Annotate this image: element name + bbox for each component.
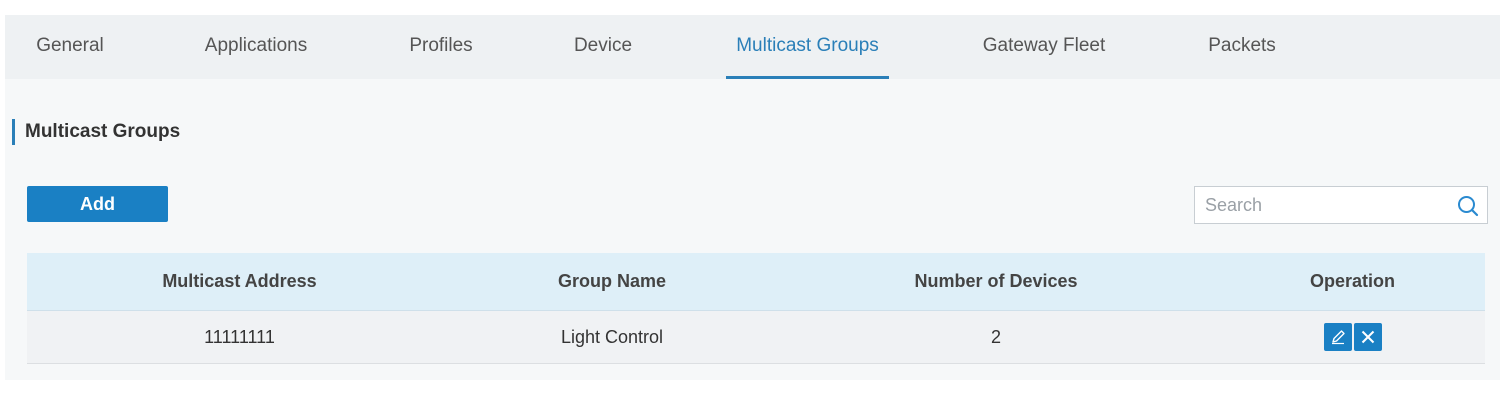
cell-multicast-address: 11111111 (27, 310, 452, 364)
tab-general[interactable]: General (33, 15, 107, 79)
search-box (1194, 186, 1488, 224)
table-row: 11111111 Light Control 2 (27, 310, 1485, 364)
tab-applications[interactable]: Applications (201, 15, 311, 79)
delete-button[interactable] (1353, 323, 1382, 351)
main-panel: General Applications Profiles Device Mul… (5, 15, 1500, 380)
column-header-operation: Operation (1220, 253, 1485, 311)
column-header-group-name: Group Name (452, 253, 772, 311)
table-header-row: Multicast Address Group Name Number of D… (27, 253, 1485, 311)
close-icon (1361, 330, 1374, 344)
cell-group-name: Light Control (452, 310, 772, 364)
multicast-groups-table: Multicast Address Group Name Number of D… (27, 253, 1485, 364)
add-button[interactable]: Add (27, 186, 168, 222)
tab-packets[interactable]: Packets (1205, 15, 1279, 79)
column-header-multicast-address: Multicast Address (27, 253, 452, 311)
column-header-number-of-devices: Number of Devices (772, 253, 1220, 311)
cell-number-of-devices: 2 (772, 310, 1220, 364)
search-input[interactable] (1205, 187, 1445, 223)
pencil-icon (1331, 330, 1345, 345)
tab-profiles[interactable]: Profiles (407, 15, 475, 79)
tab-multicast-groups[interactable]: Multicast Groups (726, 15, 889, 79)
cell-operation (1220, 310, 1485, 364)
edit-button[interactable] (1323, 323, 1352, 351)
search-icon[interactable] (1457, 195, 1479, 217)
tab-gateway-fleet[interactable]: Gateway Fleet (979, 15, 1109, 79)
tab-device[interactable]: Device (572, 15, 634, 79)
tab-bar: General Applications Profiles Device Mul… (5, 15, 1500, 79)
section-title: Multicast Groups (12, 119, 180, 145)
